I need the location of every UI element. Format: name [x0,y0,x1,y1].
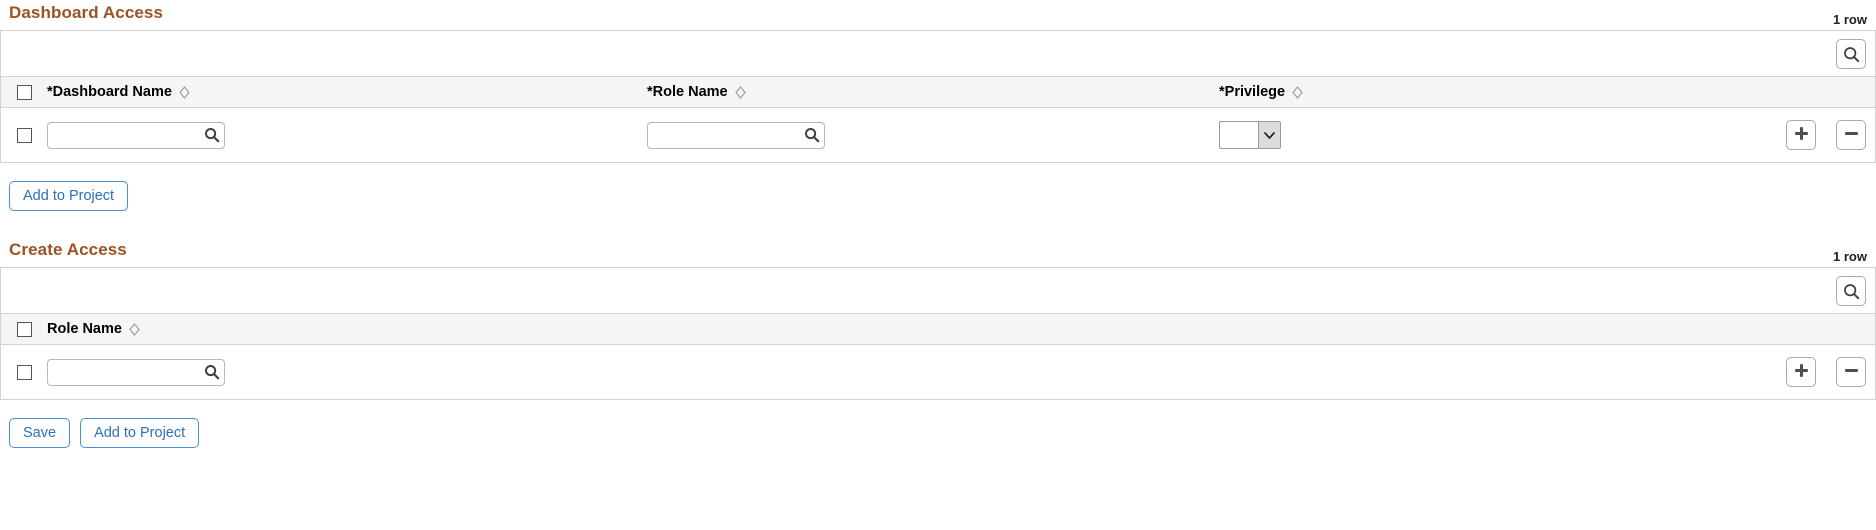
column-header-dashboard-name[interactable]: *Dashboard Name [39,84,609,100]
chevron-down-icon[interactable] [1258,122,1280,148]
row-actions [1786,120,1866,150]
sort-diamond-icon[interactable] [129,322,140,336]
minus-icon [1843,362,1860,382]
lookup-magnifier-icon[interactable] [804,127,820,143]
sort-diamond-icon[interactable] [1292,85,1303,99]
dashboard-name-lookup [47,121,225,149]
privilege-cell [1179,121,1875,149]
privilege-selected-value [1225,122,1256,148]
dashboard-access-button-bar: Add to Project [0,163,1876,211]
select-all-cell [1,84,39,100]
lookup-magnifier-icon[interactable] [204,364,220,380]
role-name-input[interactable] [647,121,825,149]
section-title-create-access: Create Access [9,240,127,259]
select-all-cell [1,321,39,337]
dashboard-access-section: Dashboard Access 1 row *Dashboard Name *… [0,0,1876,211]
table-row [1,345,1875,399]
row-select-cell [1,364,39,380]
create-access-section: Create Access 1 row Role Name Save Add t… [0,237,1876,448]
role-name-lookup [47,358,225,386]
page-root: Dashboard Access 1 row *Dashboard Name *… [0,0,1876,530]
row-select-checkbox[interactable] [16,127,32,143]
row-select-cell [1,127,39,143]
row-count-label: 1 row [1833,249,1867,264]
column-header-role-name[interactable]: *Role Name [609,84,1179,100]
add-row-button[interactable] [1786,357,1816,387]
plus-icon [1793,362,1810,382]
delete-row-button[interactable] [1836,357,1866,387]
add-to-project-button[interactable]: Add to Project [9,181,129,211]
create-access-grid: Role Name [0,267,1876,400]
row-actions [1786,357,1866,387]
grid-header-row: *Dashboard Name *Role Name *Privilege [1,77,1875,108]
row-select-checkbox[interactable] [16,364,32,380]
lookup-magnifier-icon[interactable] [204,127,220,143]
select-all-checkbox[interactable] [16,321,32,337]
column-header-label: *Privilege [1219,84,1286,100]
find-button[interactable] [1836,276,1866,306]
column-header-label: Role Name [47,321,122,337]
role-name-cell [39,358,1875,386]
grid-toolbar [1,268,1875,314]
column-header-privilege[interactable]: *Privilege [1179,84,1875,100]
privilege-dropdown[interactable] [1219,121,1281,149]
search-icon [1843,283,1860,300]
add-row-button[interactable] [1786,120,1816,150]
table-row [1,108,1875,162]
select-all-checkbox[interactable] [16,84,32,100]
dashboard-name-input[interactable] [47,121,225,149]
role-name-lookup [647,121,825,149]
plus-icon [1793,125,1810,145]
role-name-cell [609,121,1179,149]
row-count-label: 1 row [1833,12,1867,27]
dashboard-access-header: Dashboard Access 1 row [0,0,1876,30]
search-icon [1843,46,1860,63]
role-name-input[interactable] [47,358,225,386]
column-header-label: *Role Name [647,84,728,100]
sort-diamond-icon[interactable] [734,85,746,99]
page-title: Dashboard Access [9,3,164,22]
create-access-button-bar: Save Add to Project [0,400,1876,448]
save-button[interactable]: Save [9,418,71,448]
dashboard-name-cell [39,121,609,149]
find-button[interactable] [1836,39,1866,69]
dashboard-access-grid: *Dashboard Name *Role Name *Privilege [0,30,1876,163]
grid-header-row: Role Name [1,314,1875,345]
grid-toolbar [1,31,1875,77]
create-access-header: Create Access 1 row [0,237,1876,267]
column-header-label: *Dashboard Name [47,84,172,100]
add-to-project-button-2[interactable]: Add to Project [80,418,200,448]
column-header-role-name[interactable]: Role Name [39,321,1875,337]
sort-diamond-icon[interactable] [179,85,190,99]
delete-row-button[interactable] [1836,120,1866,150]
minus-icon [1843,125,1860,145]
